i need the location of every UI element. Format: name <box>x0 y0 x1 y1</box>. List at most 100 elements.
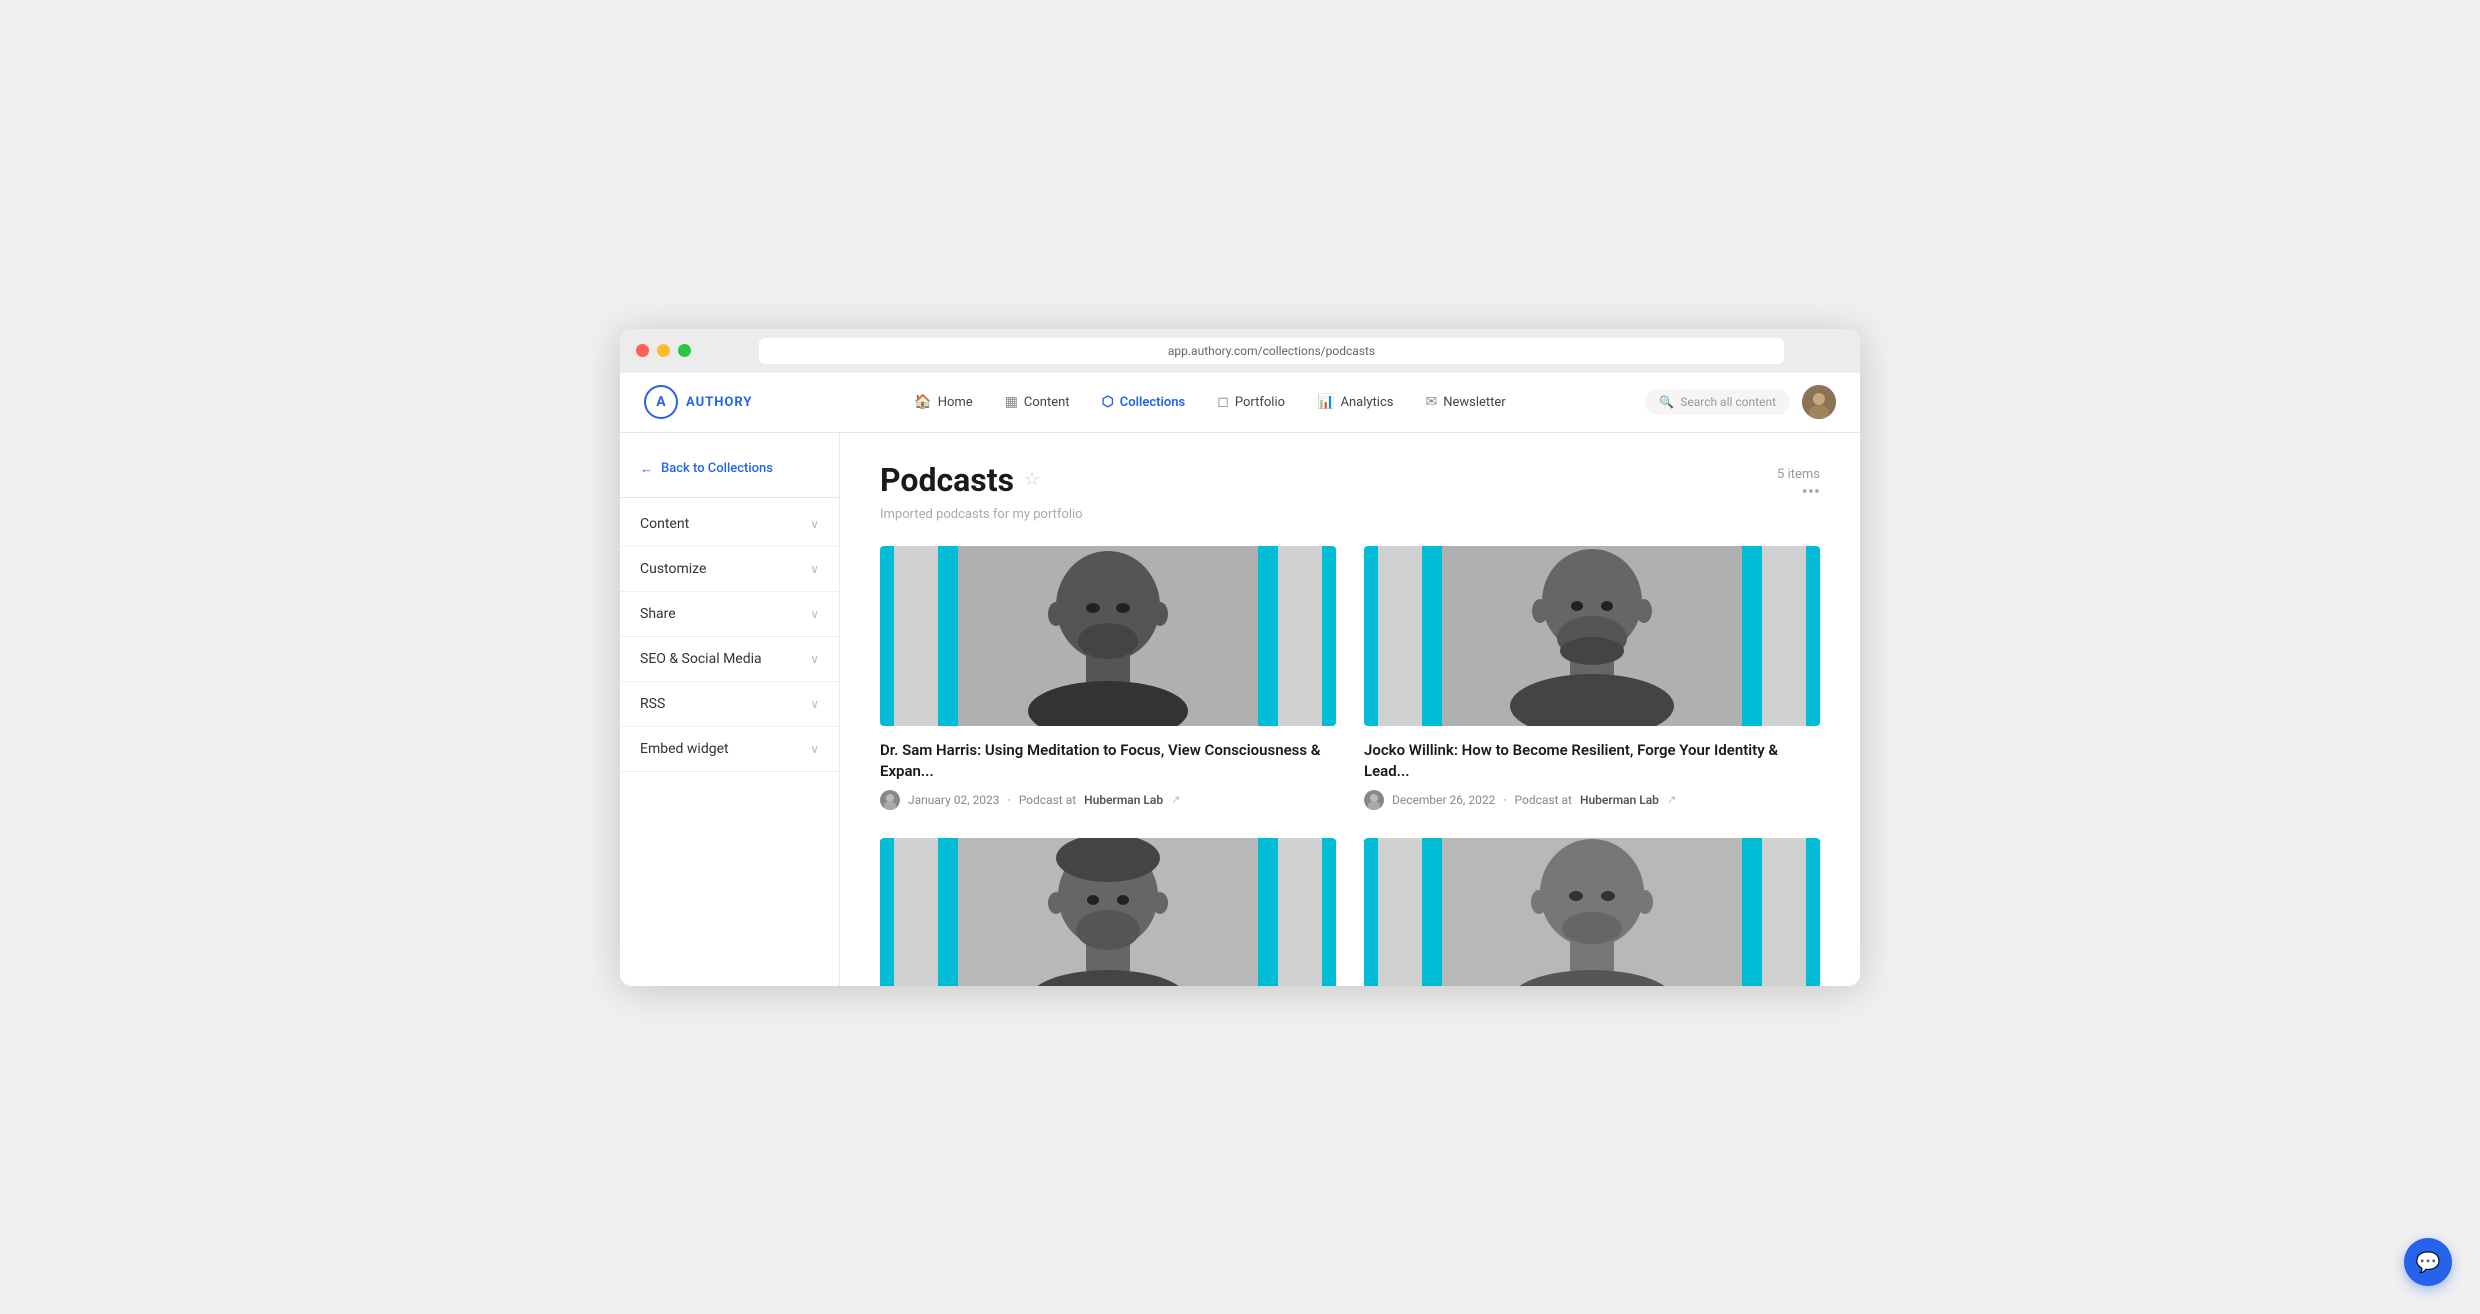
favorite-star-icon[interactable]: ☆ <box>1024 469 1040 490</box>
sidebar-embed-label: Embed widget <box>640 741 729 757</box>
chevron-down-icon: ∨ <box>810 652 819 666</box>
chat-icon: 💬 <box>2416 1250 2441 1274</box>
url-text: app.authory.com/collections/podcasts <box>1168 344 1375 358</box>
card-2-meta: December 26, 2022 · Podcast at Huberman … <box>1364 790 1820 810</box>
thumbnail-svg-2 <box>1364 546 1820 726</box>
card-2-title: Jocko Willink: How to Become Resilient, … <box>1364 740 1820 782</box>
back-to-collections[interactable]: ← Back to Collections <box>620 453 839 493</box>
chevron-down-icon: ∨ <box>810 742 819 756</box>
card-1-separator: · <box>1008 793 1011 807</box>
nav-home-label: Home <box>938 395 973 410</box>
card-2-type: Podcast at <box>1515 793 1572 807</box>
navbar: A AUTHORY 🏠 Home ▦ Content ⬡ Collections <box>620 373 1860 433</box>
browser-chrome: app.authory.com/collections/podcasts <box>620 329 1860 373</box>
card-1-date: January 02, 2023 <box>908 793 1000 807</box>
sidebar-item-seo[interactable]: SEO & Social Media ∨ <box>620 637 839 682</box>
chat-widget[interactable]: 💬 <box>2404 1238 2452 1286</box>
card-4-image <box>1364 838 1820 986</box>
card-2-date: December 26, 2022 <box>1392 793 1495 807</box>
browser-minimize-dot[interactable] <box>657 344 670 357</box>
thumbnail-svg-1 <box>880 546 1336 726</box>
page-header: Podcasts ☆ 5 items ••• <box>880 461 1820 503</box>
back-label: Back to Collections <box>661 461 773 476</box>
card-1-image <box>880 546 1336 726</box>
more-options-icon[interactable]: ••• <box>1802 482 1820 503</box>
avatar-image <box>1802 385 1836 419</box>
nav-content-label: Content <box>1024 395 1070 410</box>
newsletter-icon: ✉ <box>1425 394 1437 410</box>
chevron-down-icon: ∨ <box>810 607 819 621</box>
browser-maximize-dot[interactable] <box>678 344 691 357</box>
avatar[interactable] <box>1802 385 1836 419</box>
sidebar-share-label: Share <box>640 606 676 622</box>
card-1-meta: January 02, 2023 · Podcast at Huberman L… <box>880 790 1336 810</box>
logo-icon: A <box>644 385 678 419</box>
page-title: Podcasts <box>880 461 1014 499</box>
page-subtitle: Imported podcasts for my portfolio <box>880 507 1820 522</box>
card-1-avatar <box>880 790 900 810</box>
browser-close-dot[interactable] <box>636 344 649 357</box>
content-area: Podcasts ☆ 5 items ••• Imported podcasts… <box>840 433 1860 986</box>
card-1-type: Podcast at <box>1019 793 1076 807</box>
card-1[interactable]: Dr. Sam Harris: Using Meditation to Focu… <box>880 546 1336 810</box>
card-2-separator: · <box>1503 793 1506 807</box>
content-icon: ▦ <box>1005 394 1018 410</box>
search-icon: 🔍 <box>1659 395 1674 409</box>
nav-analytics-label: Analytics <box>1340 395 1393 410</box>
app-body: A AUTHORY 🏠 Home ▦ Content ⬡ Collections <box>620 373 1860 986</box>
nav-portfolio-label: Portfolio <box>1235 395 1285 410</box>
browser-url-bar[interactable]: app.authory.com/collections/podcasts <box>759 338 1784 364</box>
card-3[interactable]: The Science of Creativity & How to Decem… <box>880 838 1336 986</box>
nav-collections[interactable]: ⬡ Collections <box>1088 388 1200 416</box>
search-bar[interactable]: 🔍 Search all content <box>1645 389 1790 415</box>
chevron-down-icon: ∨ <box>810 697 819 711</box>
analytics-icon: 📊 <box>1317 394 1334 410</box>
sidebar: ← Back to Collections Content ∨ Customiz… <box>620 433 840 986</box>
cards-grid: Dr. Sam Harris: Using Meditation to Focu… <box>880 546 1820 986</box>
external-link-icon-2[interactable]: ↗ <box>1667 793 1676 806</box>
sidebar-customize-label: Customize <box>640 561 706 577</box>
thumbnail-svg-4 <box>1364 838 1820 986</box>
nav-newsletter[interactable]: ✉ Newsletter <box>1411 388 1519 416</box>
sidebar-content-label: Content <box>640 516 689 532</box>
thumbnail-svg-3 <box>880 838 1336 986</box>
header-right: 5 items ••• <box>1777 461 1820 503</box>
podcast-thumbnail-3 <box>880 838 1336 986</box>
card-2-avatar <box>1364 790 1384 810</box>
sidebar-item-embed-widget[interactable]: Embed widget ∨ <box>620 727 839 772</box>
sidebar-item-rss[interactable]: RSS ∨ <box>620 682 839 727</box>
nav-content[interactable]: ▦ Content <box>991 388 1084 416</box>
nav-right: 🔍 Search all content <box>1616 385 1836 419</box>
back-arrow-icon: ← <box>640 461 653 477</box>
card-4[interactable]: LIVE EVENT Q&A: Dr. Andrew December 12, … <box>1364 838 1820 986</box>
items-count: 5 items <box>1777 467 1820 482</box>
portfolio-icon: ◻ <box>1217 394 1229 410</box>
logo-text: AUTHORY <box>686 395 752 410</box>
card-3-image <box>880 838 1336 986</box>
nav-links: 🏠 Home ▦ Content ⬡ Collections ◻ Portfol… <box>804 388 1616 416</box>
logo-area[interactable]: A AUTHORY <box>644 385 804 419</box>
external-link-icon[interactable]: ↗ <box>1171 793 1180 806</box>
nav-newsletter-label: Newsletter <box>1443 395 1506 410</box>
page-title-row: Podcasts ☆ <box>880 461 1040 499</box>
main-area: ← Back to Collections Content ∨ Customiz… <box>620 433 1860 986</box>
sidebar-divider <box>620 497 839 498</box>
podcast-thumbnail-1 <box>880 546 1336 726</box>
nav-analytics[interactable]: 📊 Analytics <box>1303 388 1407 416</box>
card-1-source: Huberman Lab <box>1084 793 1163 807</box>
sidebar-item-share[interactable]: Share ∨ <box>620 592 839 637</box>
chevron-down-icon: ∨ <box>810 562 819 576</box>
nav-collections-label: Collections <box>1120 395 1185 410</box>
nav-portfolio[interactable]: ◻ Portfolio <box>1203 388 1299 416</box>
podcast-thumbnail-4 <box>1364 838 1820 986</box>
sidebar-item-content[interactable]: Content ∨ <box>620 502 839 547</box>
card-2[interactable]: Jocko Willink: How to Become Resilient, … <box>1364 546 1820 810</box>
search-placeholder: Search all content <box>1680 395 1776 409</box>
chevron-down-icon: ∨ <box>810 517 819 531</box>
card-2-image <box>1364 546 1820 726</box>
nav-home[interactable]: 🏠 Home <box>900 388 986 416</box>
card-1-title: Dr. Sam Harris: Using Meditation to Focu… <box>880 740 1336 782</box>
sidebar-item-customize[interactable]: Customize ∨ <box>620 547 839 592</box>
sidebar-seo-label: SEO & Social Media <box>640 651 762 667</box>
podcast-thumbnail-2 <box>1364 546 1820 726</box>
